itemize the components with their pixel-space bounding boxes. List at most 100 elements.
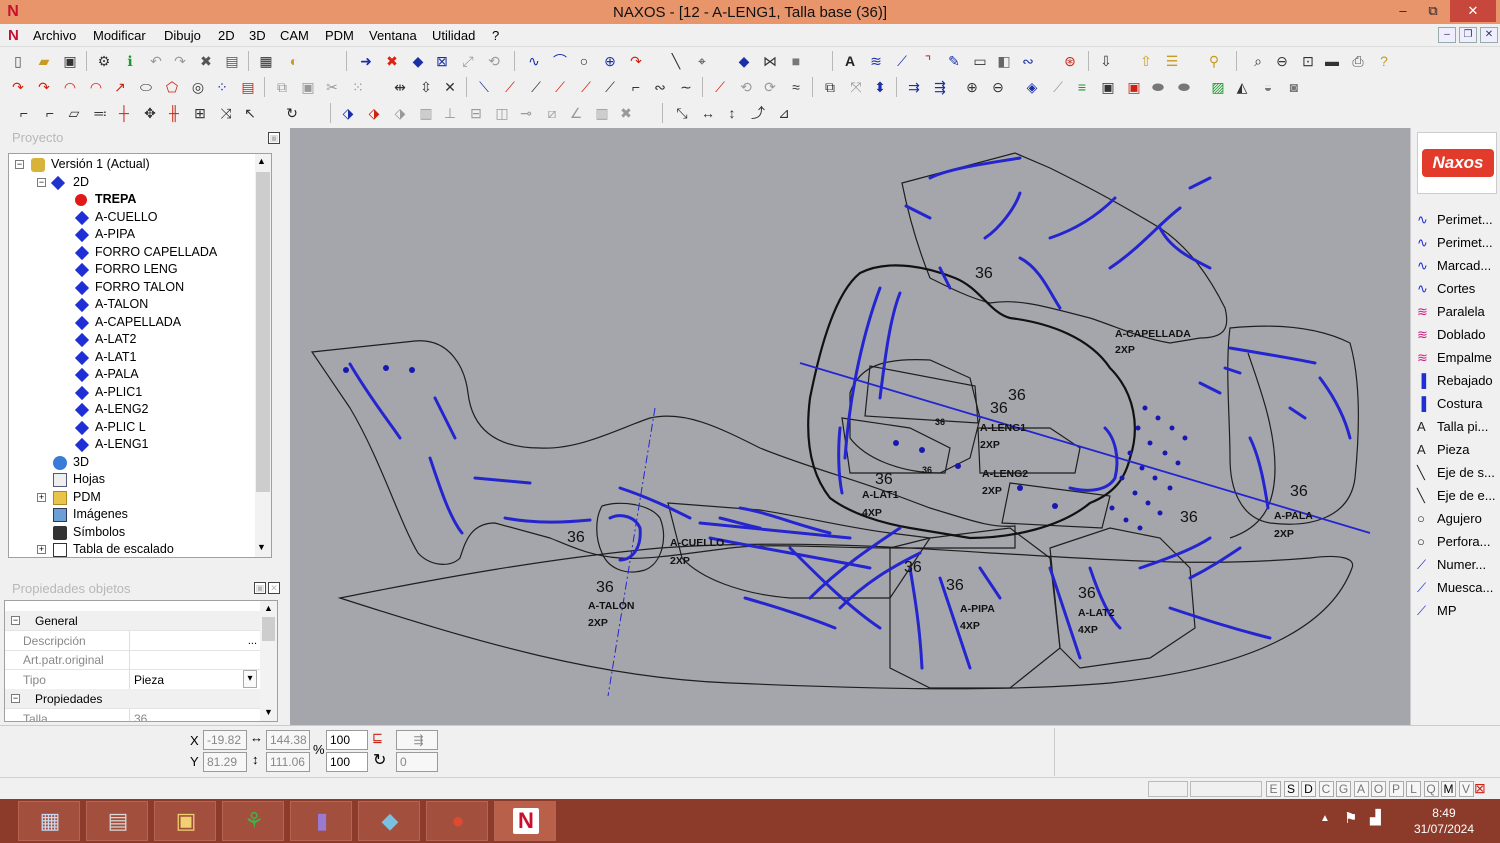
tool-mp[interactable]: ⟋ MP: [1417, 601, 1457, 621]
corner-icon[interactable]: ⌝: [918, 51, 938, 71]
wave-icon[interactable]: ≋: [866, 51, 886, 71]
pieces-move-icon[interactable]: ⬗: [338, 103, 358, 123]
snap-toggle-q[interactable]: Q: [1423, 781, 1439, 797]
point-icon[interactable]: ⊕: [600, 51, 620, 71]
properties-panel-close-button[interactable]: ✕: [268, 582, 280, 594]
hatch-icon[interactable]: ▤: [238, 77, 258, 97]
diamond-tool-icon[interactable]: ◈: [1022, 77, 1042, 97]
text-tool-icon[interactable]: A: [840, 51, 860, 71]
tray-expand-icon[interactable]: ▲: [1320, 813, 1330, 824]
x-coordinate-field[interactable]: -19.82: [203, 730, 247, 750]
tree-item-a-lat1[interactable]: A-LAT1: [9, 349, 255, 366]
tree-item-s-mbolos[interactable]: Símbolos: [9, 524, 255, 541]
pieces-delete-icon[interactable]: ⬗: [364, 103, 384, 123]
zoom-window-icon[interactable]: ⌕: [1248, 51, 1268, 71]
property-row-talla[interactable]: Talla 36: [5, 708, 261, 721]
tree-item-a-plic1[interactable]: A-PLIC1: [9, 384, 255, 401]
taskbar-app-green-app[interactable]: ⚘: [222, 801, 284, 841]
height-field[interactable]: 111.06: [266, 752, 310, 772]
tree-expander-icon[interactable]: +: [37, 545, 46, 554]
tree-scrollbar[interactable]: ▲ ▼: [255, 154, 271, 557]
tree-item-a-plic-l[interactable]: A-PLIC L: [9, 419, 255, 436]
clear-icon[interactable]: ✖: [616, 103, 636, 123]
open-folder-icon[interactable]: ▰: [34, 51, 54, 71]
tree-item-2d[interactable]: − 2D: [9, 174, 255, 191]
print-icon[interactable]: ⎙: [1348, 51, 1368, 71]
tool-muesca[interactable]: ⟋ Muesca...: [1417, 578, 1493, 598]
snap-toggle-m[interactable]: M: [1441, 781, 1456, 797]
snap-toggle-v[interactable]: V: [1458, 781, 1474, 797]
select-nodes-icon[interactable]: ↖: [240, 103, 260, 123]
arc-tool-4-icon[interactable]: ◠: [86, 77, 106, 97]
menu-ventana[interactable]: Ventana: [369, 28, 417, 43]
tree-item-forro-capellada[interactable]: FORRO CAPELLADA: [9, 244, 255, 261]
scale-lock-icon[interactable]: ⊑: [372, 730, 383, 746]
offset-5-icon[interactable]: ⟋: [576, 77, 596, 97]
property-row-tipo[interactable]: Tipo Pieza ▾: [5, 669, 261, 690]
scale-x-field[interactable]: 100: [326, 730, 368, 750]
taskbar-app-explorer-files[interactable]: ▤: [86, 801, 148, 841]
menu-archivo[interactable]: Archivo: [33, 28, 76, 43]
join-icon[interactable]: ⟲: [736, 77, 756, 97]
offset-8-icon[interactable]: ∾: [650, 77, 670, 97]
diag-icon[interactable]: ⧄: [542, 103, 562, 123]
tool-doblado[interactable]: ≋ Doblado: [1417, 325, 1485, 345]
property-row-descripci-n[interactable]: Descripción...: [5, 630, 261, 651]
bucket-icon[interactable]: ◧: [994, 51, 1014, 71]
taskbar-app-file-explorer[interactable]: ▣: [154, 801, 216, 841]
diagonal-dim-icon[interactable]: ⤡: [672, 103, 692, 123]
cut-icon[interactable]: ✂: [322, 77, 342, 97]
image-icon[interactable]: ▨: [1208, 77, 1228, 97]
tree-expander-icon[interactable]: +: [37, 492, 46, 502]
mdi-close-button[interactable]: ✕: [1480, 27, 1498, 43]
menu-pdm[interactable]: PDM: [325, 28, 354, 43]
flag-icon[interactable]: ⚑: [1344, 809, 1357, 827]
property-value[interactable]: [129, 650, 261, 670]
zoom-out-icon[interactable]: ⊖: [1272, 51, 1292, 71]
grading-icon[interactable]: ☰: [1162, 51, 1182, 71]
offset-1-icon[interactable]: ⟍: [474, 77, 494, 97]
paste-icon[interactable]: ▣: [298, 77, 318, 97]
snap-toggle-o[interactable]: O: [1371, 781, 1386, 797]
tree-item-forro-talon[interactable]: FORRO TALON: [9, 279, 255, 296]
project-panel-pin-button[interactable]: ▣: [268, 132, 280, 144]
break-icon[interactable]: ⟋: [710, 77, 730, 97]
tree-item-forro-leng[interactable]: FORRO LENG: [9, 261, 255, 278]
block-icon[interactable]: ■: [786, 51, 806, 71]
mdi-minimize-button[interactable]: –: [1438, 27, 1456, 43]
grade-point-icon[interactable]: ⊞: [190, 103, 210, 123]
pieces-copy-icon[interactable]: ⬗: [390, 103, 410, 123]
taskbar-app-chrome[interactable]: ●: [426, 801, 488, 841]
radius-dim-icon[interactable]: ⤴: [748, 103, 768, 123]
y-coordinate-field[interactable]: 81.29: [203, 752, 247, 772]
settings-gear-icon[interactable]: ⚙: [94, 51, 114, 71]
page-icon[interactable]: ▱: [64, 103, 84, 123]
offset-7-icon[interactable]: ⌐: [626, 77, 646, 97]
stretch-icon[interactable]: ⤨: [216, 103, 236, 123]
arc-tool-1-icon[interactable]: ↷: [8, 77, 28, 97]
tree-item-im-genes[interactable]: Imágenes: [9, 506, 255, 523]
save-icon[interactable]: ▣: [60, 51, 80, 71]
zoom-all-icon[interactable]: ⊡: [1298, 51, 1318, 71]
ruler-icon[interactable]: ⋈: [760, 51, 780, 71]
tool-numer[interactable]: ⟋ Numer...: [1417, 555, 1486, 575]
smooth-icon[interactable]: ≈: [786, 77, 806, 97]
minimize-button[interactable]: –: [1388, 0, 1418, 22]
double-notch-icon[interactable]: ╫: [164, 103, 184, 123]
taskbar-app-naxos[interactable]: N: [494, 801, 556, 841]
refresh-icon[interactable]: ↻: [282, 103, 302, 123]
corner-2-icon[interactable]: ⌐: [40, 103, 60, 123]
network-icon[interactable]: ▟: [1370, 809, 1381, 826]
dropdown-arrow-icon[interactable]: ▾: [243, 669, 257, 688]
snap-toggle-d[interactable]: D: [1301, 781, 1316, 797]
ellipse-icon[interactable]: ⬭: [136, 77, 156, 97]
tree-item-a-leng2[interactable]: A-LENG2: [9, 401, 255, 418]
tree-expander-icon[interactable]: −: [37, 177, 46, 187]
tool-cortes[interactable]: ∿ Cortes: [1417, 279, 1475, 299]
pieces-icon[interactable]: ◙: [1284, 77, 1304, 97]
tree-item-a-lat2[interactable]: A-LAT2: [9, 331, 255, 348]
rectangle-icon[interactable]: ▭: [970, 51, 990, 71]
zoom-in-icon[interactable]: ⊕: [962, 77, 982, 97]
tool-rebajado[interactable]: ▐ Rebajado: [1417, 371, 1493, 391]
shoe-1-icon[interactable]: ⬬: [1148, 77, 1168, 97]
